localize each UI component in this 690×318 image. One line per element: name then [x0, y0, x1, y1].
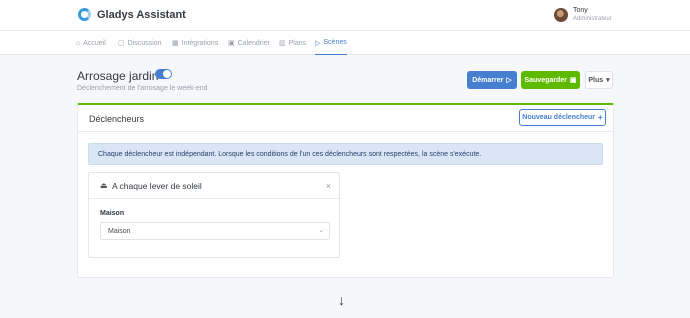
trigger-box: ⏏ A chaque lever de soleil × Maison Mais… — [88, 172, 340, 258]
house-select[interactable]: Maison ⌄ — [100, 222, 330, 240]
trigger-title: A chaque lever de soleil — [112, 181, 202, 191]
top-header: Gladys Assistant Tony Administrateur — [0, 0, 690, 31]
tab-calendrier[interactable]: ▣ Calendrier — [228, 31, 270, 55]
tab-label: Discussion — [127, 39, 162, 47]
page-title: Arrosage jardin — [77, 69, 159, 83]
play-icon: ▷ — [506, 77, 512, 84]
house-select-value: Maison — [108, 227, 131, 235]
save-button[interactable]: Sauvegarder ▣ — [521, 71, 580, 89]
tab-label: Intégrations — [181, 39, 219, 47]
gladys-logo-icon — [78, 8, 91, 21]
chat-icon: ▢ — [118, 40, 125, 47]
save-icon: ▣ — [569, 77, 577, 84]
avatar — [554, 8, 568, 22]
tab-scenes[interactable]: ▷ Scènes — [315, 31, 347, 55]
calendar-icon: ▣ — [228, 40, 235, 47]
tab-label: Accueil — [83, 39, 106, 47]
scene-description: Déclenchement de l'arrosage le week-end — [77, 85, 208, 92]
chevron-down-icon: ⌄ — [318, 227, 324, 234]
start-button[interactable]: Démarrer ▷ — [467, 71, 517, 89]
scene-active-toggle[interactable] — [155, 69, 172, 79]
grid-icon: ▦ — [172, 40, 179, 47]
info-text: Chaque déclencheur est indépendant. Lors… — [98, 150, 482, 158]
tab-discussion[interactable]: ▢ Discussion — [118, 31, 161, 55]
add-trigger-label: Nouveau déclencheur — [522, 114, 596, 121]
play-icon: ▷ — [315, 39, 321, 47]
info-alert: Chaque déclencheur est indépendant. Lors… — [88, 143, 603, 165]
tab-label: Calendrier — [237, 39, 270, 47]
arrow-down-icon: ↓ — [338, 292, 345, 308]
home-icon: ⌂ — [76, 39, 81, 47]
tab-integrations[interactable]: ▦ Intégrations — [172, 31, 218, 55]
user-menu[interactable]: Tony Administrateur — [554, 7, 612, 23]
close-icon[interactable]: × — [326, 181, 331, 191]
tab-plans[interactable]: ▥ Plans — [279, 31, 306, 55]
card-title: Déclencheurs — [89, 114, 145, 124]
tab-accueil[interactable]: ⌂ Accueil — [76, 31, 106, 55]
add-trigger-button[interactable]: Nouveau déclencheur + — [519, 109, 606, 126]
tab-label: Scènes — [323, 39, 347, 46]
tab-label: Plans — [288, 39, 307, 47]
save-label: Sauvegarder — [524, 76, 567, 84]
more-label: Plus — [588, 76, 604, 84]
triggers-card: Déclencheurs Nouveau déclencheur + Chaqu… — [77, 103, 614, 278]
sunrise-icon: ⏏ — [100, 181, 108, 190]
trigger-header: ⏏ A chaque lever de soleil × — [89, 173, 339, 199]
map-icon: ▥ — [279, 40, 286, 47]
caret-down-icon: ▾ — [606, 77, 610, 84]
main-nav: ⌂ Accueil ▢ Discussion ▦ Intégrations ▣ … — [0, 31, 690, 55]
house-field-label: Maison — [100, 210, 125, 217]
plus-icon: + — [598, 113, 603, 122]
brand-name: Gladys Assistant — [97, 8, 186, 21]
divider — [78, 131, 613, 132]
user-role: Administrateur — [573, 16, 612, 22]
start-label: Démarrer — [472, 76, 504, 84]
user-name: Tony — [573, 7, 588, 14]
more-button[interactable]: Plus ▾ — [585, 71, 613, 89]
brand[interactable]: Gladys Assistant — [78, 8, 186, 21]
